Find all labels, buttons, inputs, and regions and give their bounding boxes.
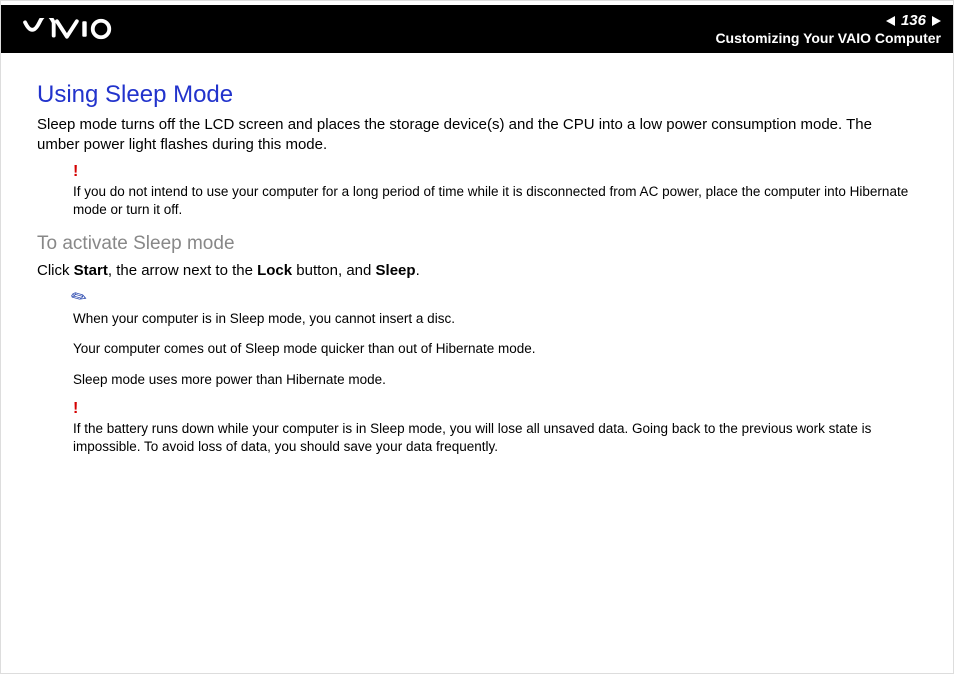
- warning-icon: !: [73, 401, 917, 417]
- page-number: 136: [901, 12, 926, 30]
- intro-text: Sleep mode turns off the LCD screen and …: [37, 115, 917, 156]
- tip-text-3: Sleep mode uses more power than Hibernat…: [73, 371, 917, 389]
- pencil-icon: ✎: [73, 289, 917, 307]
- subtitle: To activate Sleep mode: [37, 233, 917, 255]
- warning-icon: !: [73, 164, 917, 180]
- warning-text-2: If the battery runs down while your comp…: [73, 420, 917, 456]
- step-sleep: Sleep: [376, 262, 416, 279]
- section-name: Customizing Your VAIO Computer: [715, 30, 941, 47]
- page-header: 136 Customizing Your VAIO Computer: [1, 5, 953, 53]
- vaio-logo: [19, 18, 139, 40]
- tip-text-1: When your computer is in Sleep mode, you…: [73, 310, 917, 328]
- step-start: Start: [74, 262, 108, 279]
- step-mid1: , the arrow next to the: [108, 262, 257, 279]
- step-mid2: button, and: [292, 262, 375, 279]
- page-content: Using Sleep Mode Sleep mode turns off th…: [1, 53, 953, 456]
- header-right: 136 Customizing Your VAIO Computer: [715, 12, 941, 47]
- step-text: Click Start, the arrow next to the Lock …: [37, 261, 917, 281]
- page-nav: 136: [715, 12, 941, 30]
- tip-text-2: Your computer comes out of Sleep mode qu…: [73, 340, 917, 358]
- step-lock: Lock: [257, 262, 292, 279]
- step-suffix: .: [416, 262, 420, 279]
- warning-text-1: If you do not intend to use your compute…: [73, 183, 917, 219]
- prev-page-icon[interactable]: [886, 16, 895, 26]
- page-title: Using Sleep Mode: [37, 81, 917, 109]
- warning-block-1: ! If you do not intend to use your compu…: [37, 164, 917, 219]
- next-page-icon[interactable]: [932, 16, 941, 26]
- tip-block: ✎ When your computer is in Sleep mode, y…: [37, 289, 917, 456]
- step-prefix: Click: [37, 262, 74, 279]
